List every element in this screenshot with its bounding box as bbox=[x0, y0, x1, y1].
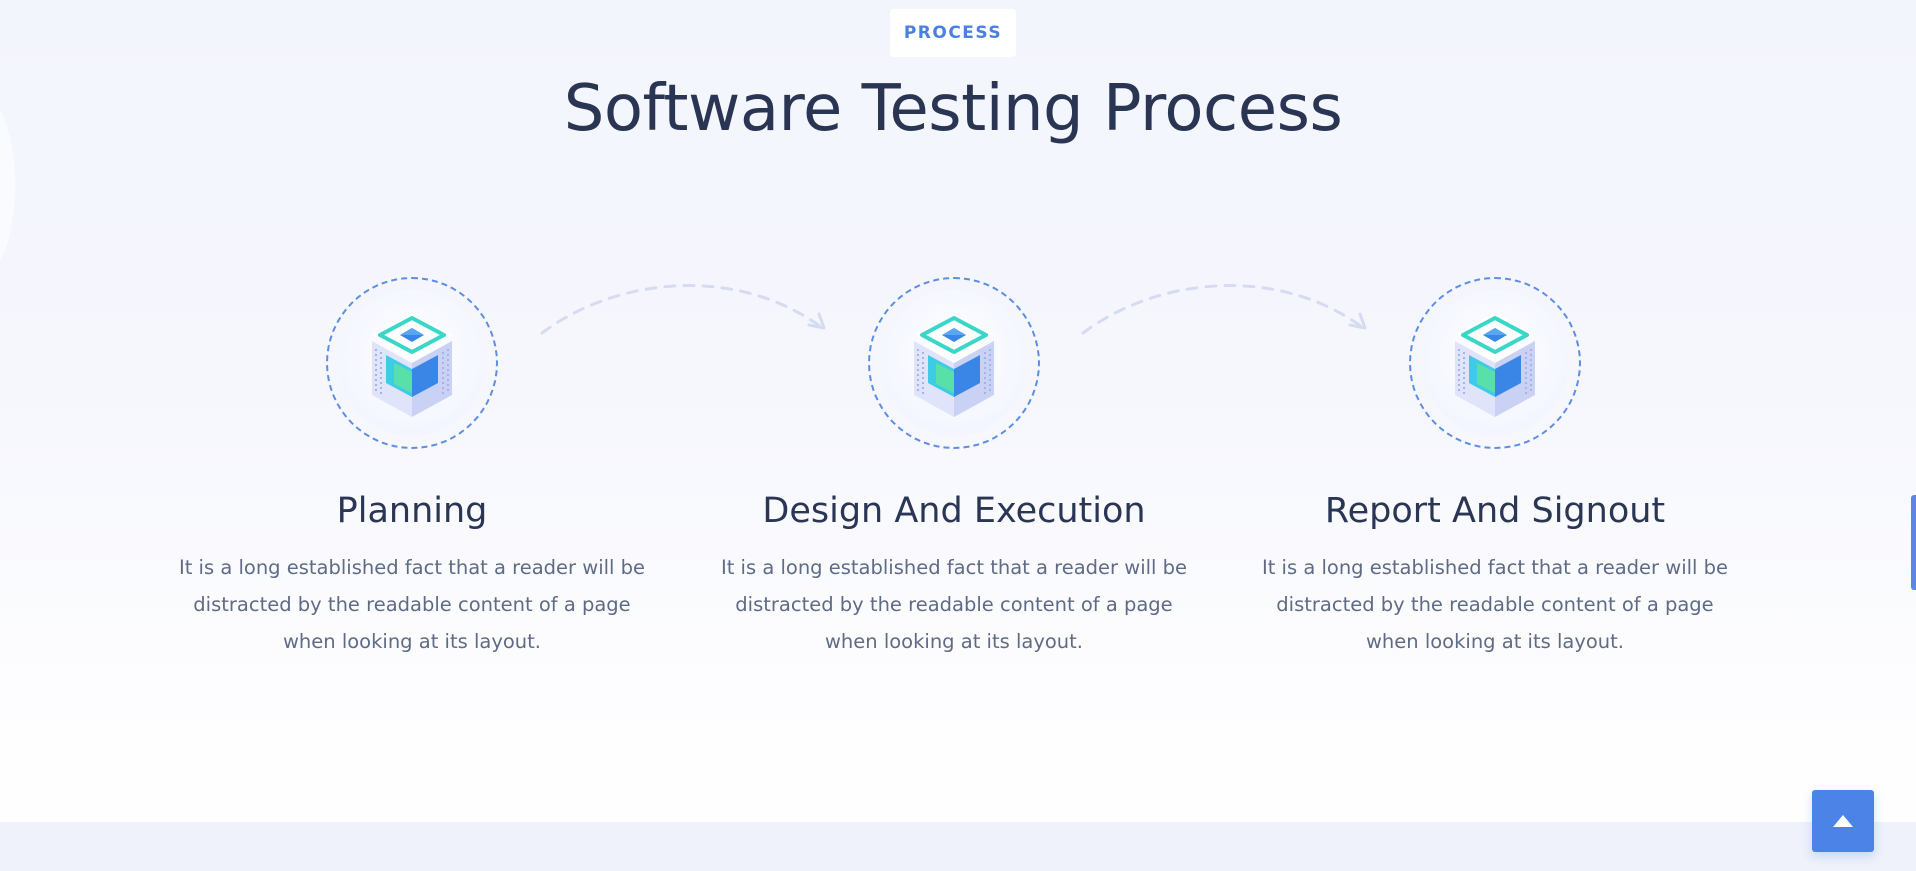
process-step-report-and-signout: Report And Signout It is a long establis… bbox=[1255, 277, 1735, 660]
icon-ring bbox=[326, 277, 498, 449]
arrow-up-icon bbox=[1833, 815, 1853, 827]
next-section-band bbox=[0, 822, 1916, 871]
step-title: Design And Execution bbox=[762, 491, 1146, 531]
server-cube-icon bbox=[914, 313, 994, 417]
server-cube-icon bbox=[1455, 313, 1535, 417]
server-cube-icon bbox=[372, 313, 452, 417]
step-description: It is a long established fact that a rea… bbox=[720, 556, 1188, 653]
step-description: It is a long established fact that a rea… bbox=[1261, 556, 1729, 653]
icon-ring bbox=[1409, 277, 1581, 449]
step-title: Report And Signout bbox=[1324, 491, 1666, 531]
process-step-planning: Planning It is a long established fact t… bbox=[172, 277, 652, 660]
process-step-design-and-execution: Design And Execution It is a long establ… bbox=[714, 277, 1194, 660]
section-badge: PROCESS bbox=[890, 9, 1016, 57]
section-title: Software Testing Process bbox=[563, 72, 1343, 146]
icon-ring bbox=[868, 277, 1040, 449]
step-title: Planning bbox=[336, 491, 488, 531]
scroll-to-top-button[interactable] bbox=[1812, 790, 1874, 852]
scroll-indicator bbox=[1911, 495, 1916, 590]
step-description: It is a long established fact that a rea… bbox=[178, 556, 646, 653]
